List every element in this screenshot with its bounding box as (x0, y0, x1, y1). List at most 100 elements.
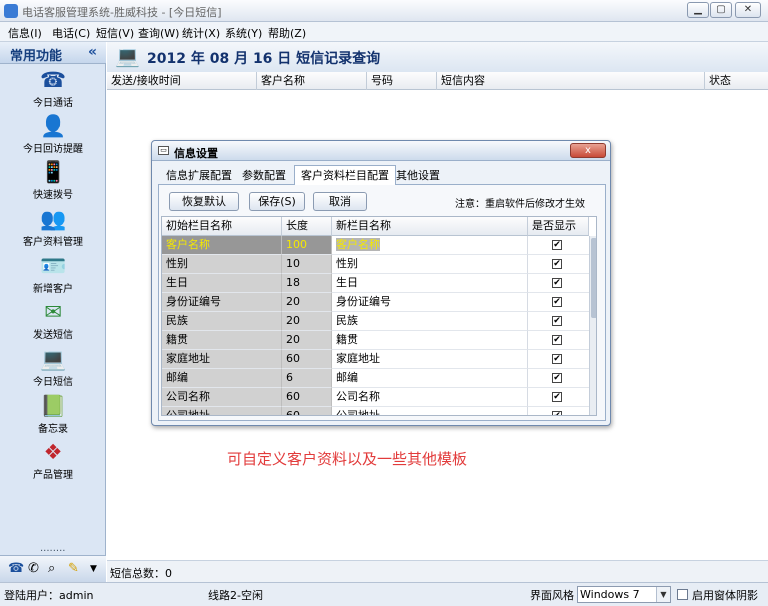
table-row[interactable]: 性别 10 性别 ✔ (162, 255, 596, 274)
visible-checkbox[interactable]: ✔ (552, 297, 562, 307)
reset-default-button[interactable]: 恢复默认 (169, 192, 239, 211)
close-button[interactable]: ✕ (735, 2, 761, 18)
cell-new-name-text: 公司地址 (336, 409, 380, 416)
cell-new-name[interactable]: 生日 (332, 274, 528, 293)
cell-length[interactable]: 60 (282, 388, 332, 407)
cell-length[interactable]: 20 (282, 331, 332, 350)
cell-new-name-text: 家庭地址 (336, 352, 380, 365)
dialog-close-button[interactable]: x (570, 143, 606, 158)
cell-length[interactable]: 10 (282, 255, 332, 274)
visible-checkbox[interactable]: ✔ (552, 354, 562, 364)
menu-query[interactable]: 查询(W) (138, 25, 179, 41)
visible-checkbox[interactable]: ✔ (552, 316, 562, 326)
sidebar-item-add-customer[interactable]: 🪪 新增客户 (0, 254, 106, 300)
cell-new-name[interactable]: 民族 (332, 312, 528, 331)
table-row[interactable]: 籍贯 20 籍贯 ✔ (162, 331, 596, 350)
sidebar-item-customer-management[interactable]: 👥 客户资料管理 (0, 207, 106, 253)
sidebar-item-send-sms[interactable]: ✉ 发送短信 (0, 300, 106, 346)
login-user: 登陆用户：admin (4, 589, 94, 602)
scrollbar-thumb[interactable] (591, 238, 596, 318)
sidebar-item-label: 今日短信 (33, 377, 73, 388)
cell-new-name[interactable]: 客户名称 (332, 236, 528, 255)
cell-new-name-text: 生日 (336, 276, 358, 289)
visible-checkbox[interactable]: ✔ (552, 411, 562, 415)
sidebar-item-product-management[interactable]: ❖ 产品管理 (0, 440, 106, 486)
cell-new-name[interactable]: 性别 (332, 255, 528, 274)
laptop-icon: 💻 (115, 44, 140, 68)
visible-checkbox[interactable]: ✔ (552, 373, 562, 383)
th-length[interactable]: 长度 (282, 217, 332, 236)
cell-length[interactable]: 60 (282, 407, 332, 415)
cell-new-name[interactable]: 公司地址 (332, 407, 528, 416)
table-row[interactable]: 邮编 6 邮编 ✔ (162, 369, 596, 388)
table-row[interactable]: 公司名称 60 公司名称 ✔ (162, 388, 596, 407)
column-content[interactable]: 短信内容 (437, 72, 705, 90)
minimize-button[interactable]: ▁ (687, 2, 709, 18)
cell-new-name[interactable]: 家庭地址 (332, 350, 528, 369)
cell-original-name: 邮编 (162, 369, 282, 388)
save-button[interactable]: 保存(S) (249, 192, 305, 211)
visible-checkbox[interactable]: ✔ (552, 278, 562, 288)
sidebar-item-speed-dial[interactable]: 📱 快速拨号 (0, 160, 106, 206)
table-row[interactable]: 民族 20 民族 ✔ (162, 312, 596, 331)
collapse-sidebar-button[interactable]: « (88, 44, 97, 60)
th-new-name[interactable]: 新栏目名称 (332, 217, 528, 236)
cell-original-name: 公司名称 (162, 388, 282, 407)
column-status[interactable]: 状态 (705, 72, 768, 90)
tab-parameters[interactable]: 参数配置 (236, 167, 292, 185)
menu-stats[interactable]: 统计(X) (182, 25, 220, 41)
sidebar-item-today-sms[interactable]: 💻 今日短信 (0, 347, 106, 393)
cell-length[interactable]: 6 (282, 369, 332, 388)
cancel-button[interactable]: 取消 (313, 192, 367, 211)
table-row[interactable]: 客户名称 100 客户名称 ✔ (162, 236, 596, 255)
table-row[interactable]: 身份证编号 20 身份证编号 ✔ (162, 293, 596, 312)
sidebar-item-memo[interactable]: 📗 备忘录 (0, 394, 106, 440)
cell-new-name-text: 客户名称 (336, 238, 380, 251)
tab-other-settings[interactable]: 其他设置 (390, 167, 446, 185)
column-number[interactable]: 号码 (367, 72, 437, 90)
visible-checkbox[interactable]: ✔ (552, 335, 562, 345)
tab-customer-columns[interactable]: 客户资料栏目配置 (294, 165, 396, 186)
visible-checkbox[interactable]: ✔ (552, 240, 562, 250)
maximize-button[interactable]: ▢ (710, 2, 732, 18)
visible-checkbox[interactable]: ✔ (552, 259, 562, 269)
sidebar-item-revisit-reminder[interactable]: 👤 今日回访提醒 (0, 114, 106, 160)
shadow-checkbox[interactable] (677, 589, 688, 600)
th-original-name[interactable]: 初始栏目名称 (162, 217, 282, 236)
mobile-shortcut-icon[interactable]: ✆ (28, 561, 39, 576)
menu-info[interactable]: 信息(I) (8, 25, 42, 41)
settings-shortcut-icon[interactable]: ✎ (68, 561, 79, 576)
sms-count: 短信总数：0 (110, 567, 172, 580)
column-customer[interactable]: 客户名称 (257, 72, 367, 90)
table-row[interactable]: 家庭地址 60 家庭地址 ✔ (162, 350, 596, 369)
phone-shortcut-icon[interactable]: ☎ (8, 561, 24, 576)
table-row[interactable]: 公司地址 60 公司地址 ✔ (162, 407, 596, 416)
theme-select[interactable]: Windows 7 ▼ (577, 586, 671, 603)
cell-new-name-text: 公司名称 (336, 390, 380, 403)
cell-length[interactable]: 18 (282, 274, 332, 293)
table-row[interactable]: 生日 18 生日 ✔ (162, 274, 596, 293)
cell-length[interactable]: 20 (282, 293, 332, 312)
cell-length[interactable]: 100 (282, 236, 332, 255)
menu-system[interactable]: 系统(Y) (225, 25, 262, 41)
cell-length[interactable]: 60 (282, 350, 332, 369)
cell-length[interactable]: 20 (282, 312, 332, 331)
sidebar-item-today-calls[interactable]: ☎ 今日通话 (0, 68, 106, 114)
chevron-down-icon[interactable]: ▼ (656, 587, 670, 602)
cell-new-name[interactable]: 籍贯 (332, 331, 528, 350)
tab-info-extension[interactable]: 信息扩展配置 (160, 167, 238, 185)
visible-checkbox[interactable]: ✔ (552, 392, 562, 402)
column-time[interactable]: 发送/接收时间 (107, 72, 257, 90)
cell-new-name[interactable]: 邮编 (332, 369, 528, 388)
search-shortcut-icon[interactable]: ⌕ (48, 561, 55, 576)
menu-phone[interactable]: 电话(C) (52, 25, 90, 41)
table-scrollbar[interactable] (589, 236, 596, 415)
cell-new-name[interactable]: 身份证编号 (332, 293, 528, 312)
menu-help[interactable]: 帮助(Z) (268, 25, 306, 41)
sidebar-item-label: 产品管理 (33, 470, 73, 481)
menu-sms[interactable]: 短信(V) (96, 25, 134, 41)
sidebar-splitter[interactable]: ........ (40, 543, 65, 554)
chevron-down-icon[interactable]: ▼ (90, 564, 97, 574)
th-visible[interactable]: 是否显示 (528, 217, 589, 236)
cell-new-name[interactable]: 公司名称 (332, 388, 528, 407)
